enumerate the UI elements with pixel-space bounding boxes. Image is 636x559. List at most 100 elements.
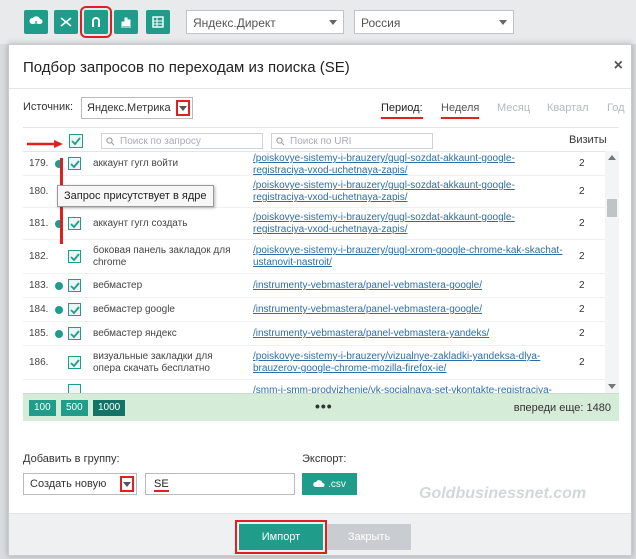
- row-uri-link[interactable]: /instrumenty-vebmastera/panel-vebmastera…: [253, 304, 563, 316]
- page-size-100-button[interactable]: 100: [29, 400, 56, 416]
- group-select-value: Создать новую: [30, 478, 107, 490]
- row-checkbox[interactable]: [68, 217, 81, 230]
- row-uri-link[interactable]: /smm-i-smm-prodvizhenie/vk-socialnaya-se…: [253, 385, 563, 393]
- in-core-dot-icon: [55, 282, 63, 290]
- table-header: Поиск по запросу Поиск по URI Визиты: [23, 127, 619, 151]
- search-query-input[interactable]: Поиск по запросу: [101, 133, 263, 149]
- row-uri-link[interactable]: /poiskovye-sistemy-i-brauzery/gugl-sozda…: [253, 212, 563, 236]
- search-uri-input[interactable]: Поиск по URI: [271, 133, 433, 149]
- export-csv-button[interactable]: .csv: [302, 473, 357, 495]
- row-number: 181.: [29, 218, 49, 229]
- search-icon: [276, 137, 285, 146]
- watermark: Goldbusinessnet.com: [419, 485, 587, 502]
- period-year[interactable]: Год: [607, 102, 625, 114]
- chevron-down-icon: [499, 20, 507, 25]
- row-uri-link[interactable]: /instrumenty-vebmastera/panel-vebmastera…: [253, 280, 563, 292]
- region-select-value: Россия: [361, 16, 401, 30]
- query-selection-modal: Подбор запросов по переходам из поиска (…: [8, 44, 632, 556]
- row-visits: 2: [579, 357, 585, 368]
- chevron-down-icon: [329, 20, 337, 25]
- in-core-tooltip: Запрос присутствует в ядре: [57, 185, 214, 207]
- page-size-1000-button[interactable]: 1000: [93, 400, 126, 416]
- row-checkbox[interactable]: [68, 327, 81, 340]
- search-icon: [106, 137, 115, 146]
- shuffle-icon[interactable]: [54, 10, 78, 34]
- table-row[interactable]: 184. вебмастер google /instrumenty-vebma…: [23, 298, 605, 322]
- page-size-500-button[interactable]: 500: [61, 400, 88, 416]
- row-query: боковая панель закладок для chrome: [93, 245, 231, 268]
- row-query: аккаунт гугл создать: [93, 218, 188, 229]
- table-row[interactable]: 182. боковая панель закладок для chrome …: [23, 240, 605, 274]
- group-name-input[interactable]: SE: [145, 473, 295, 495]
- row-query: визуальные закладки для опера скачать бе…: [93, 351, 213, 374]
- in-core-dot-icon: [55, 306, 63, 314]
- search-uri-placeholder: Поиск по URI: [290, 136, 352, 147]
- import-button[interactable]: Импорт: [235, 520, 327, 554]
- row-number: 185.: [29, 328, 49, 339]
- row-uri-link[interactable]: /poiskovye-sistemy-i-brauzery/gugl-sozda…: [253, 153, 563, 177]
- row-uri-link[interactable]: /instrumenty-vebmastera/panel-vebmastera…: [253, 328, 563, 340]
- modal-footer: Импорт Закрыть: [9, 513, 631, 555]
- source-select[interactable]: Яндекс.Метрика: [81, 97, 193, 119]
- row-uri-link[interactable]: /poiskovye-sistemy-i-brauzery/gugl-sozda…: [253, 180, 563, 204]
- row-visits: 2: [579, 218, 585, 229]
- chevron-down-icon[interactable]: [120, 476, 134, 492]
- source-select-value: Яндекс.Метрика: [87, 102, 171, 114]
- period-quarter[interactable]: Квартал: [547, 102, 589, 114]
- row-query: вебмастер: [93, 280, 143, 291]
- row-checkbox[interactable]: [68, 384, 81, 393]
- in-core-dot-icon: [55, 330, 63, 338]
- close-button[interactable]: Закрыть: [327, 524, 411, 550]
- row-number: 179.: [29, 158, 49, 169]
- export-label: Экспорт:: [302, 453, 347, 465]
- close-icon[interactable]: ×: [614, 57, 623, 75]
- region-select[interactable]: Россия: [354, 10, 514, 34]
- platform-select[interactable]: Яндекс.Директ: [186, 10, 344, 34]
- table-row[interactable]: 183. вебмастер /instrumenty-vebmastera/p…: [23, 274, 605, 298]
- table-row[interactable]: 179. аккаунт гугл войти /poiskovye-siste…: [23, 152, 605, 176]
- table-scrollbar[interactable]: [605, 151, 619, 393]
- group-name-value: SE: [154, 478, 169, 492]
- table-row[interactable]: 186. визуальные закладки для опера скача…: [23, 346, 605, 380]
- row-uri-link[interactable]: /poiskovye-sistemy-i-brauzery/vizualnye-…: [253, 351, 563, 375]
- row-checkbox[interactable]: [68, 279, 81, 292]
- row-checkbox[interactable]: [68, 303, 81, 316]
- row-checkbox[interactable]: [68, 250, 81, 263]
- magnet-icon[interactable]: [80, 6, 112, 38]
- row-query: вебмастер яндекс: [93, 328, 177, 339]
- table-row[interactable]: 181. аккаунт гугл создать /poiskovye-sis…: [23, 208, 605, 240]
- remaining-count: впереди еще: 1480: [513, 402, 611, 414]
- platform-select-value: Яндекс.Директ: [193, 16, 276, 30]
- table-row[interactable]: 185. вебмастер яндекс /instrumenty-vebma…: [23, 322, 605, 346]
- source-label: Источник:: [23, 101, 74, 113]
- period-label: Период:: [381, 102, 423, 119]
- visits-column-header[interactable]: Визиты: [569, 134, 607, 146]
- group-select[interactable]: Создать новую: [23, 473, 137, 495]
- scroll-thumb[interactable]: [607, 199, 617, 217]
- row-uri-link[interactable]: /poiskovye-sistemy-i-brauzery/gugl-xrom-…: [253, 245, 563, 269]
- app-toolbar: Яндекс.Директ Россия: [0, 0, 636, 44]
- row-visits: 2: [579, 304, 585, 315]
- load-more-button[interactable]: •••: [315, 398, 333, 414]
- cloud-download-icon[interactable]: [24, 10, 48, 34]
- scroll-down-icon[interactable]: [608, 384, 616, 389]
- modal-header: Подбор запросов по переходам из поиска (…: [9, 45, 631, 89]
- table-row[interactable]: /smm-i-smm-prodvizhenie/vk-socialnaya-se…: [23, 380, 605, 393]
- bar-chart-icon[interactable]: [114, 10, 138, 34]
- table-icon[interactable]: [146, 10, 170, 34]
- row-number: 186.: [29, 357, 49, 368]
- period-month[interactable]: Месяц: [497, 102, 530, 114]
- search-query-placeholder: Поиск по запросу: [120, 136, 201, 147]
- scroll-up-icon[interactable]: [608, 155, 616, 160]
- chevron-down-icon[interactable]: [176, 100, 190, 116]
- row-number: 184.: [29, 304, 49, 315]
- row-checkbox[interactable]: [68, 157, 81, 170]
- period-week[interactable]: Неделя: [441, 102, 480, 119]
- row-checkbox[interactable]: [68, 356, 81, 369]
- row-number: 180.: [29, 186, 49, 197]
- row-number: 183.: [29, 280, 49, 291]
- row-visits: 2: [579, 280, 585, 291]
- cloud-download-icon: [313, 480, 325, 487]
- select-all-checkbox[interactable]: [69, 134, 83, 148]
- row-visits: 2: [579, 158, 585, 169]
